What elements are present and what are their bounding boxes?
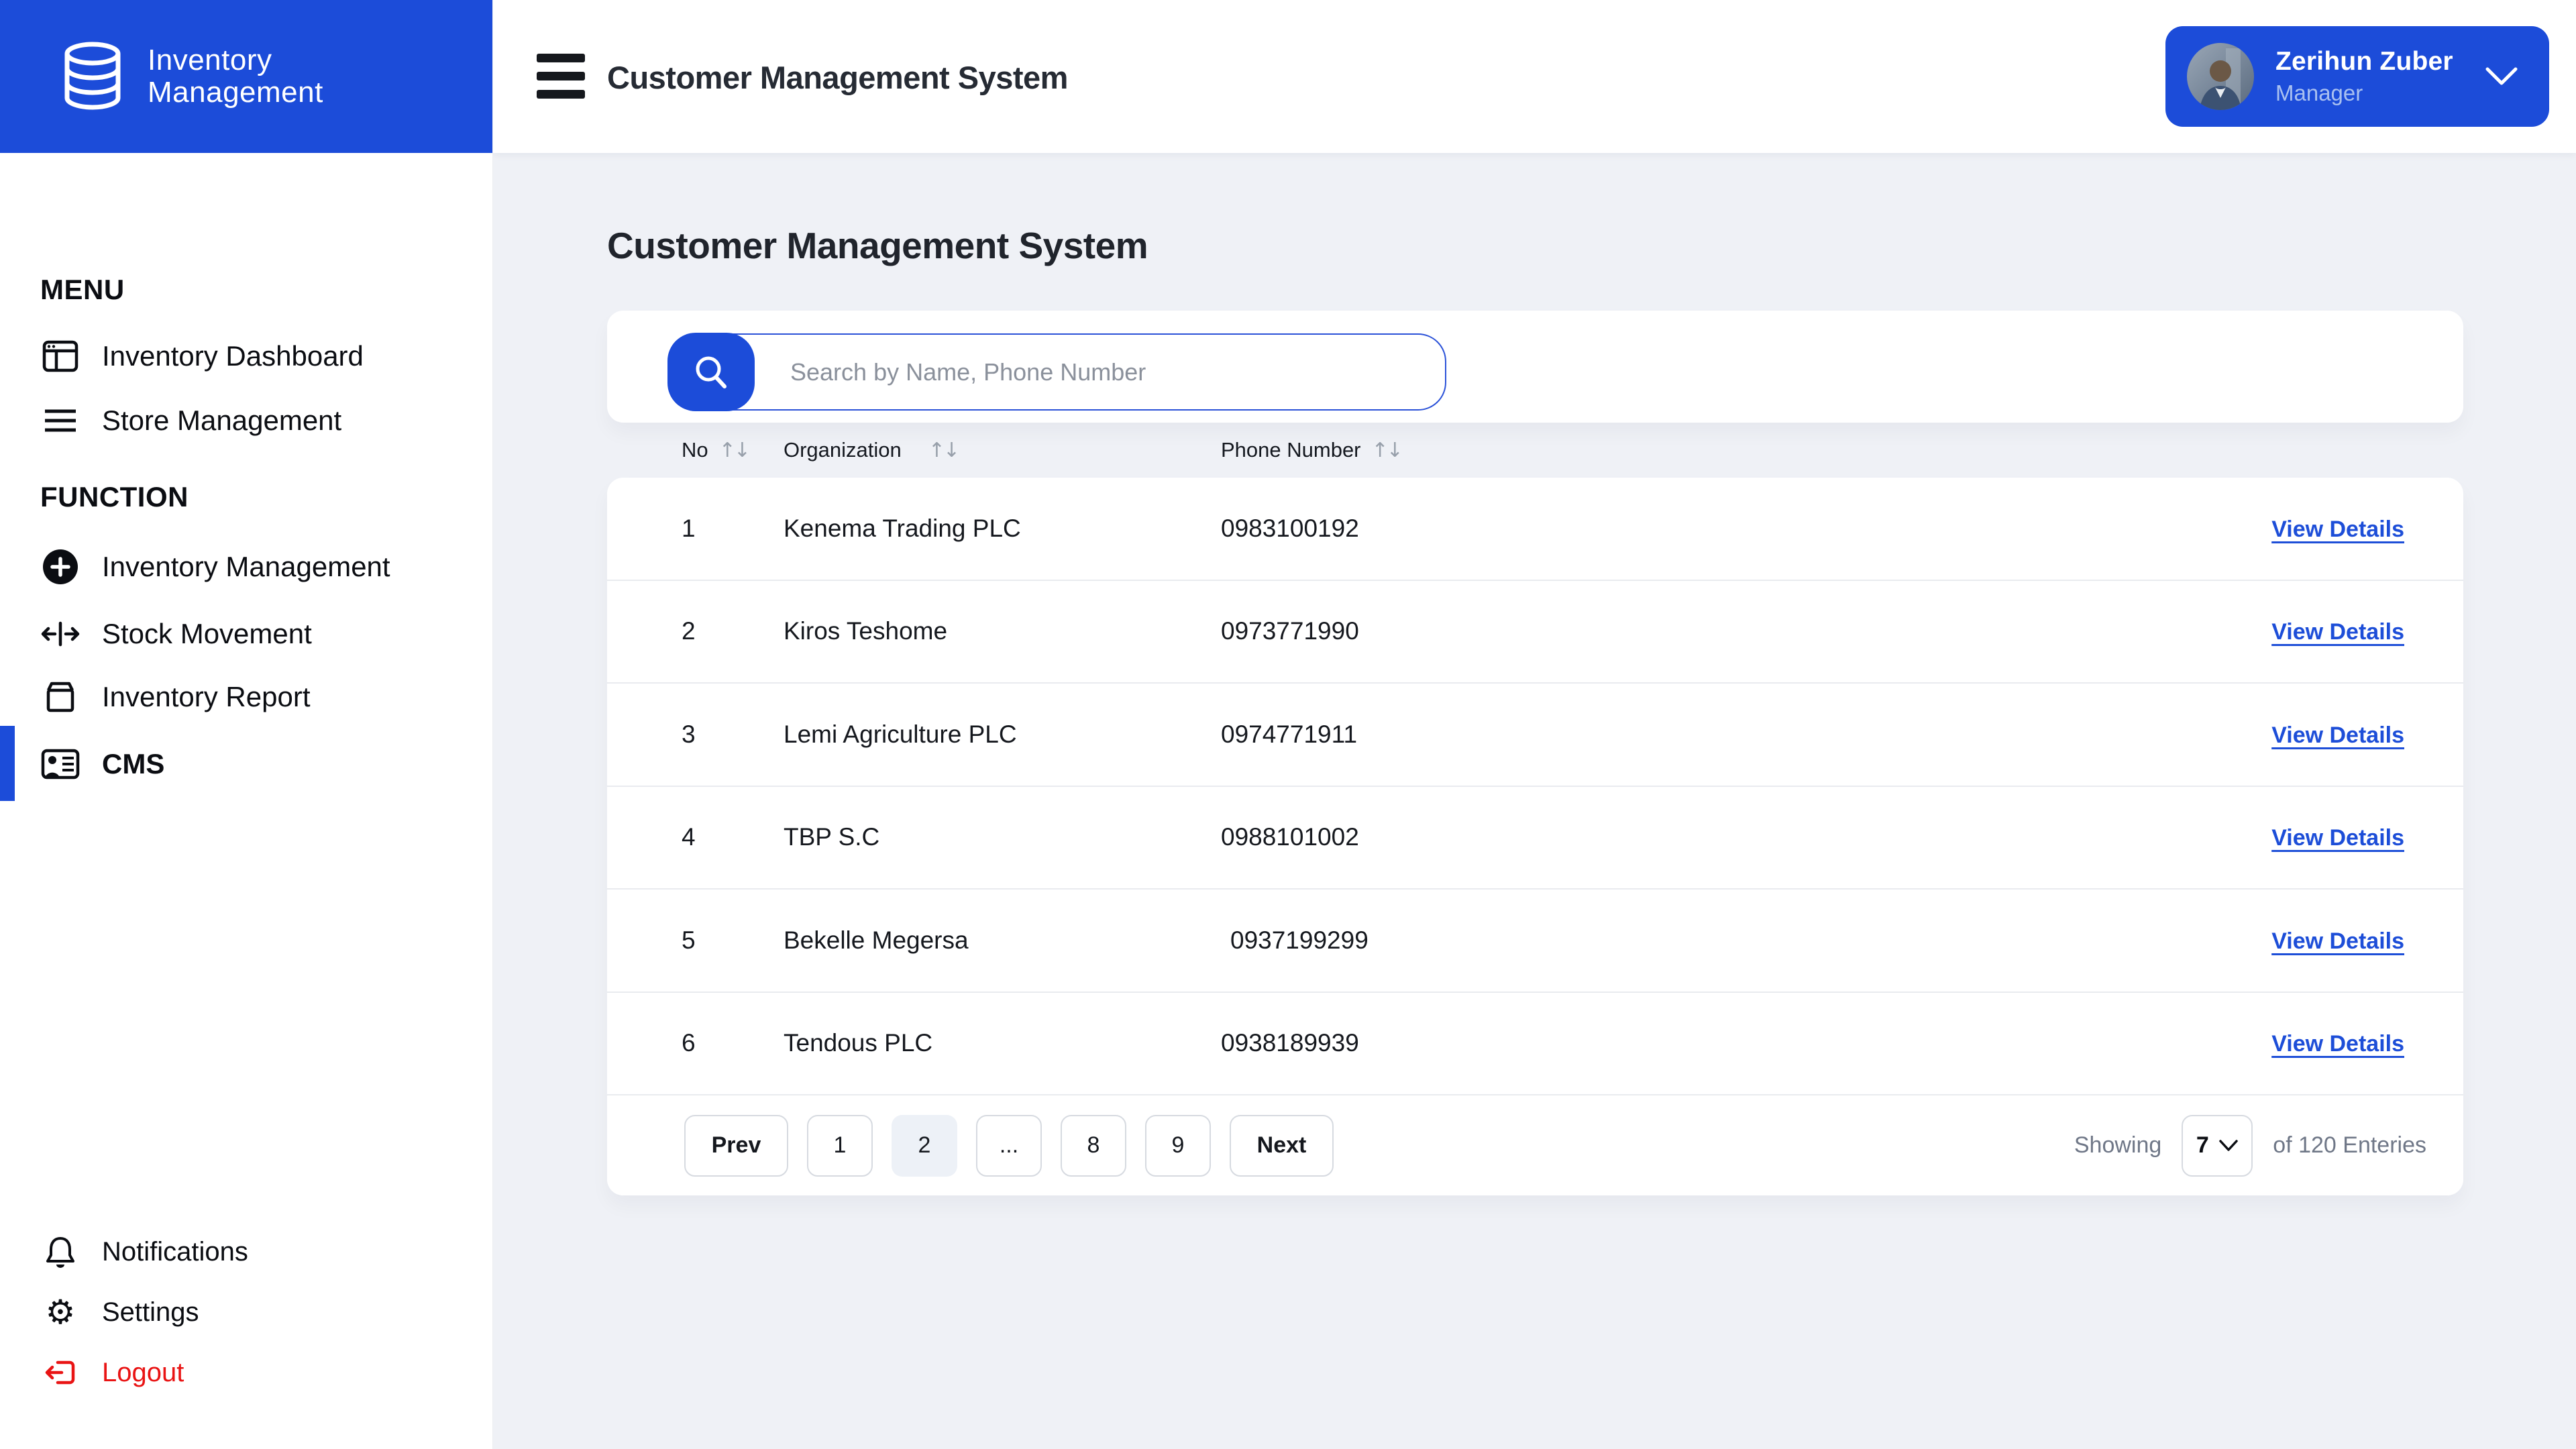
cell-no: 5 (682, 926, 696, 954)
sort-icon[interactable]: ↑↓ (928, 439, 960, 462)
app-name: Inventory Management (148, 43, 323, 109)
page-ellipsis-button[interactable]: ... (976, 1114, 1042, 1177)
sidebar-item-inventory-management[interactable]: Inventory Management (0, 538, 492, 596)
cell-organization: Tendous PLC (784, 1029, 933, 1057)
page-size-select[interactable]: 7 (2182, 1114, 2253, 1177)
entries-count-label: of 120 Enteries (2273, 1132, 2426, 1158)
view-details-link[interactable]: View Details (2271, 825, 2404, 851)
sidebar-item-cms[interactable]: CMS (0, 735, 492, 793)
search-button[interactable] (667, 333, 755, 411)
cell-organization: Bekelle Megersa (784, 926, 969, 954)
table-row: 6 Tendous PLC 0938189939 View Details (607, 993, 2463, 1095)
table-row: 5 Bekelle Megersa 0937199299 View Detail… (607, 890, 2463, 993)
sidebar-item-label: Settings (102, 1297, 199, 1327)
sidebar-item-stock-movement[interactable]: Stock Movement (0, 605, 492, 663)
sidebar-item-logout[interactable]: Logout (0, 1344, 492, 1401)
cell-organization: Kiros Teshome (784, 617, 948, 645)
sidebar-heading-menu: MENU (40, 274, 125, 305)
cell-no: 6 (682, 1029, 696, 1057)
view-details-link[interactable]: View Details (2271, 722, 2404, 748)
sidebar-item-label: Store Management (102, 405, 342, 436)
sort-icon[interactable]: ↑↓ (1372, 439, 1403, 462)
view-details-link[interactable]: View Details (2271, 928, 2404, 954)
search-icon (690, 351, 733, 394)
cell-organization: Kenema Trading PLC (784, 514, 1021, 542)
sidebar-item-label: Inventory Management (102, 551, 390, 582)
sidebar-item-store-management[interactable]: Store Management (0, 392, 492, 449)
sidebar-item-label: Inventory Report (102, 681, 311, 712)
table-header: No ↑↓ Organization ↑↓ Phone Number ↑↓ (607, 423, 2463, 478)
table-row: 3 Lemi Agriculture PLC 0974771911 View D… (607, 684, 2463, 787)
view-details-link[interactable]: View Details (2271, 619, 2404, 645)
stock-movement-icon (40, 618, 80, 650)
page-button-8[interactable]: 8 (1061, 1114, 1126, 1177)
pagination: Prev 1 2 ... 8 9 Next Showing 7 of 120 E… (607, 1095, 2463, 1195)
view-details-link[interactable]: View Details (2271, 517, 2404, 542)
package-icon (40, 680, 80, 714)
sidebar-item-inventory-report[interactable]: Inventory Report (0, 668, 492, 726)
view-details-link[interactable]: View Details (2271, 1031, 2404, 1057)
user-name: Zerihun Zuber (2275, 47, 2453, 76)
id-card-icon (40, 749, 80, 780)
table-row: 1 Kenema Trading PLC 0983100192 View Det… (607, 478, 2463, 581)
plus-circle-icon (40, 548, 80, 586)
sidebar-item-label: Notifications (102, 1236, 248, 1267)
customers-table: 1 Kenema Trading PLC 0983100192 View Det… (607, 478, 2463, 1195)
sidebar-item-notifications[interactable]: Notifications (0, 1223, 492, 1281)
table-row: 2 Kiros Teshome 0973771990 View Details (607, 581, 2463, 684)
main-content: Customer Management System No ↑↓ Organiz… (493, 153, 2576, 1449)
logout-icon (40, 1357, 80, 1388)
cell-phone: 0937199299 (1230, 926, 1368, 954)
header-title: Customer Management System (607, 60, 1068, 95)
next-page-button[interactable]: Next (1230, 1114, 1334, 1177)
column-header-organization: Organization ↑↓ (784, 438, 960, 462)
search-input[interactable] (668, 333, 1446, 411)
search-bar (667, 333, 1446, 411)
sidebar-item-settings[interactable]: ⚙ Settings (0, 1283, 492, 1341)
showing-label: Showing (2074, 1132, 2162, 1158)
cell-phone: 0938189939 (1221, 1029, 1359, 1057)
cell-no: 2 (682, 617, 696, 645)
user-profile-button[interactable]: Zerihun Zuber Manager (2165, 26, 2549, 127)
cell-phone: 0983100192 (1221, 514, 1359, 542)
sidebar-item-label: Logout (102, 1357, 184, 1387)
chevron-down-icon (2218, 1139, 2239, 1152)
cell-phone: 0988101002 (1221, 823, 1359, 851)
column-header-phone: Phone Number ↑↓ (1221, 438, 1403, 462)
sidebar-item-label: Inventory Dashboard (102, 340, 364, 372)
top-bar: Customer Management System Zerihun Zuber… (493, 0, 2576, 153)
app-logo: Inventory Management (0, 0, 492, 153)
cell-organization: Lemi Agriculture PLC (784, 720, 1017, 748)
sidebar-item-label: CMS (102, 748, 165, 780)
column-header-no: No ↑↓ (682, 438, 751, 462)
cell-no: 3 (682, 720, 696, 748)
sidebar: Inventory Management MENU Inventory Dash… (0, 0, 493, 1449)
list-icon (40, 407, 80, 434)
cell-no: 1 (682, 514, 696, 542)
cell-organization: TBP S.C (784, 823, 880, 851)
table-row: 4 TBP S.C 0988101002 View Details (607, 787, 2463, 890)
bell-icon (40, 1235, 80, 1269)
page-size-value: 7 (2196, 1132, 2209, 1158)
page-button-2-active[interactable]: 2 (892, 1114, 957, 1177)
user-role: Manager (2275, 80, 2363, 105)
search-card (607, 311, 2463, 423)
chevron-down-icon (2485, 66, 2518, 87)
sidebar-item-label: Stock Movement (102, 618, 312, 649)
dashboard-icon (40, 339, 80, 374)
page-button-1[interactable]: 1 (807, 1114, 873, 1177)
sort-icon[interactable]: ↑↓ (719, 439, 751, 462)
gear-icon: ⚙ (45, 1293, 76, 1332)
page-button-9[interactable]: 9 (1145, 1114, 1211, 1177)
avatar (2187, 43, 2254, 110)
database-icon (62, 39, 123, 114)
hamburger-menu-icon[interactable] (537, 54, 585, 99)
prev-page-button[interactable]: Prev (684, 1114, 788, 1177)
cell-phone: 0973771990 (1221, 617, 1359, 645)
page-title: Customer Management System (607, 225, 1148, 266)
cell-phone: 0974771911 (1221, 720, 1358, 748)
sidebar-heading-function: FUNCTION (40, 481, 189, 513)
cell-no: 4 (682, 823, 696, 851)
sidebar-item-inventory-dashboard[interactable]: Inventory Dashboard (0, 327, 492, 385)
